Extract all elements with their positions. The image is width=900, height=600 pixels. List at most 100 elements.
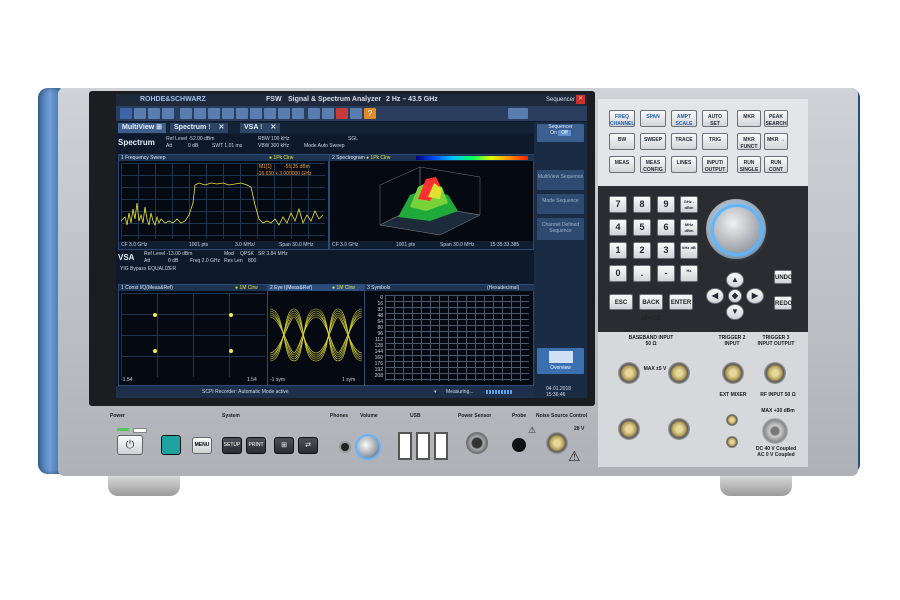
arrow-left-key[interactable]: ◀ [706,288,724,304]
unit-key-1[interactable]: MHz dBm [680,219,698,236]
power-button[interactable]: ⏻ [117,435,143,455]
unit-key-2[interactable]: kHz dB [680,242,698,259]
tab-vsa[interactable]: VSA ! ✕ [240,123,281,133]
backspace-key[interactable]: BACK SPACE [639,294,663,322]
zoom-icon[interactable] [308,108,320,119]
toolbar-button[interactable] [264,108,276,119]
number-key-0[interactable]: 0 [609,265,627,282]
if-out-connector[interactable] [726,436,738,448]
preset-button[interactable] [161,435,181,455]
unit-key-3[interactable]: Hz [680,265,698,282]
softkey-channel-sequence[interactable]: Channel Defined Sequence [537,218,584,240]
setup-button[interactable]: SETUP [222,437,242,454]
toolbar-button[interactable] [208,108,220,119]
key-trace[interactable]: TRACE [671,133,697,150]
tab-multiview[interactable]: MultiView ⊞ [118,123,166,133]
volume-knob[interactable] [355,434,381,460]
toolbar-button[interactable] [194,108,206,119]
arrow-up-key[interactable]: ▲ [726,272,744,288]
symbols-panel[interactable]: 3 Symbols (Hexadecimal) 0 16 32 48 64 80 96 112… [364,284,535,386]
number-key-2[interactable]: 2 [633,242,651,259]
close-icon[interactable]: × [576,95,585,104]
key-meas-config[interactable]: MEAS CONFIG [640,156,666,173]
key-sweep[interactable]: SWEEP [640,133,666,150]
number-key-4[interactable]: 4 [609,219,627,236]
key-lines[interactable]: LINES [671,156,697,173]
undo-key[interactable]: UNDO [774,270,793,284]
key-ampt-scale[interactable]: AMPT SCALE [671,110,697,127]
baseband-q-inv-connector[interactable] [668,418,690,440]
number-key-minus[interactable]: - [657,265,675,282]
tab-spectrum[interactable]: Spectrum ! ✕ [170,123,229,133]
key-peak-search[interactable]: PEAK SEARCH [764,110,788,127]
esc-key[interactable]: ESC [609,294,633,310]
key-mkr-funct[interactable]: MKR FUNCT [737,133,761,150]
noise-source-connector[interactable] [546,432,568,454]
lo-out-connector[interactable] [726,414,738,426]
toolbar-button[interactable] [250,108,262,119]
softkey-mode-sequence[interactable]: Mode Sequence [537,194,584,214]
number-key-5[interactable]: 5 [633,219,651,236]
baseband-i-connector[interactable] [618,362,640,384]
frequency-sweep-panel[interactable]: 1 Frequency Sweep ● 1Pk Clrw M1[1] -55.3… [118,154,330,250]
menu-button[interactable]: MENU [192,437,212,454]
spectrogram-panel[interactable]: 2 Spectrogram ● 1Pk Clrw CF 3.0 GHz 1001… [329,154,535,250]
help-icon[interactable]: ? [364,108,376,119]
trigger3-connector[interactable] [764,362,786,384]
arrow-right-key[interactable]: ▶ [746,288,764,304]
usb-port[interactable] [434,432,448,460]
key-input-output[interactable]: INPUT/ OUTPUT [702,156,728,173]
open-icon[interactable] [134,108,146,119]
number-key-6[interactable]: 6 [657,219,675,236]
toolbar-button[interactable] [278,108,290,119]
camera-icon[interactable] [508,108,528,119]
key-span[interactable]: SPAN [640,110,666,127]
toolbar-button[interactable] [236,108,248,119]
arrow-down-key[interactable]: ▼ [726,304,744,320]
enter-key[interactable]: ENTER [669,294,693,310]
trigger2-connector[interactable] [722,362,744,384]
key-mkr-[interactable]: MKR → [764,133,788,150]
print-button[interactable]: PRINT [246,437,266,454]
number-key-1[interactable]: 1 [609,242,627,259]
redo-key[interactable]: REDO [774,296,792,310]
wizard-icon[interactable] [350,108,362,119]
number-key-7[interactable]: 7 [609,196,627,213]
eye-diagram-panel[interactable]: 2 Eye I(Meas&Ref) ● 1M Clrw -1 sym 1 sym [267,284,366,386]
key-run-cont[interactable]: RUN CONT [764,156,788,173]
probe-connector[interactable] [512,438,526,452]
number-key-dot[interactable]: . [633,265,651,282]
number-key-9[interactable]: 9 [657,196,675,213]
number-key-8[interactable]: 8 [633,196,651,213]
baseband-i-inv-connector[interactable] [618,418,640,440]
key-trig[interactable]: TRIG [702,133,728,150]
window-button[interactable]: ⇄ [298,437,318,454]
display-button[interactable]: ⊞ [274,437,294,454]
record-icon[interactable] [336,108,348,119]
key-meas[interactable]: MEAS [609,156,635,173]
toolbar-button[interactable] [292,108,304,119]
arrow-center-key[interactable]: ◆ [728,289,742,303]
sequencer-softkey[interactable]: Sequencer On Off [537,124,584,142]
key-freq-channel[interactable]: FREQ CHANNEL [609,110,635,127]
key-bw[interactable]: BW [609,133,635,150]
toolbar-button[interactable] [180,108,192,119]
key-run-single[interactable]: RUN SINGLE [737,156,761,173]
overview-button[interactable]: Overview [537,348,584,374]
windows-icon[interactable] [120,108,132,119]
unit-key-0[interactable]: GHz -dBm [680,196,698,213]
constellation-panel[interactable]: 1 Const I/Q(Meas&Ref) ● 1M Clrw -1.54 1.… [118,284,269,386]
usb-port[interactable] [416,432,430,460]
settings-icon[interactable] [322,108,334,119]
key-auto-set[interactable]: AUTO SET [702,110,728,127]
power-sensor-connector[interactable] [466,432,488,454]
print-icon[interactable] [162,108,174,119]
save-icon[interactable] [148,108,160,119]
softkey-multiview-sequence[interactable]: MultiView Sequence [537,170,584,190]
usb-port[interactable] [398,432,412,460]
number-key-3[interactable]: 3 [657,242,675,259]
status-arrow-icon[interactable]: ▾ [434,386,437,398]
baseband-q-connector[interactable] [668,362,690,384]
key-mkr[interactable]: MKR [737,110,761,127]
toolbar-button[interactable] [222,108,234,119]
